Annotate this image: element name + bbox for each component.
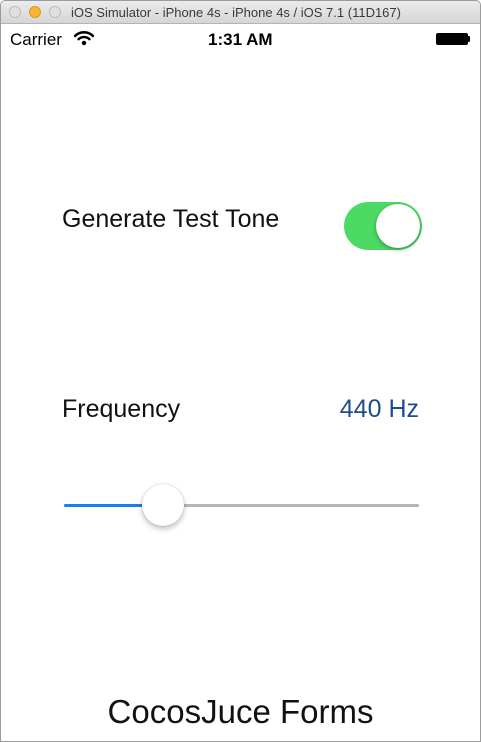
wifi-icon: [74, 31, 94, 46]
simulator-window: iOS Simulator - iPhone 4s - iPhone 4s / …: [0, 0, 481, 742]
minimize-window-button[interactable]: [29, 6, 41, 18]
test-tone-label: Generate Test Tone: [62, 205, 280, 233]
status-time: 1:31 AM: [208, 30, 273, 49]
test-tone-switch[interactable]: [344, 202, 422, 250]
battery-body: [436, 33, 468, 45]
switch-knob[interactable]: [376, 204, 420, 248]
app-footer-title: CocosJuce Forms: [107, 693, 374, 730]
battery-tip: [468, 36, 470, 42]
slider-thumb[interactable]: [142, 484, 185, 526]
ios-status-bar: Carrier 1:31 AM: [1, 24, 480, 54]
close-window-button[interactable]: [9, 6, 21, 18]
battery-icon: [436, 33, 470, 45]
frequency-slider[interactable]: [64, 481, 419, 529]
frequency-value: 440 Hz: [339, 395, 419, 423]
window-title: iOS Simulator - iPhone 4s - iPhone 4s / …: [71, 5, 401, 20]
window-titlebar: iOS Simulator - iPhone 4s - iPhone 4s / …: [1, 1, 480, 24]
zoom-window-button[interactable]: [49, 6, 61, 18]
frequency-label: Frequency: [62, 395, 181, 423]
carrier-label: Carrier: [10, 30, 62, 49]
